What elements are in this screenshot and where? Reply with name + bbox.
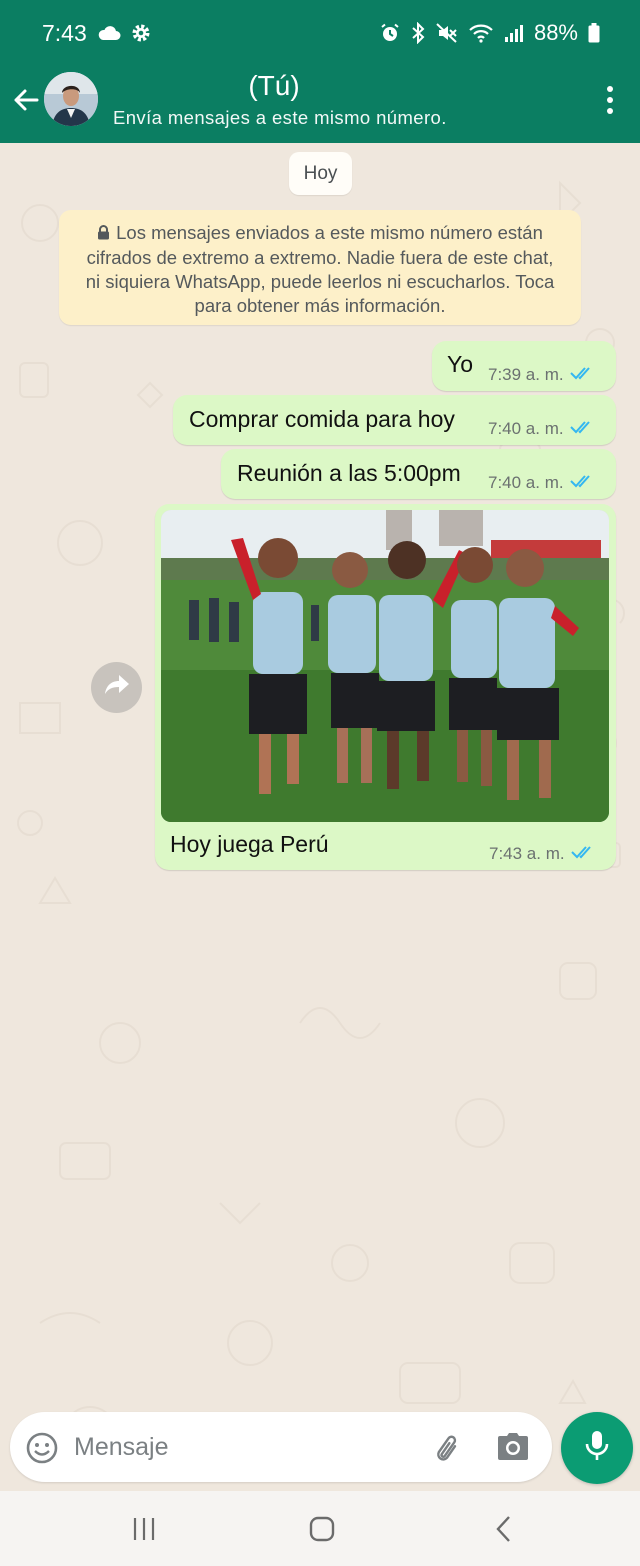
home-icon[interactable] [308,1515,336,1548]
forward-button[interactable] [91,662,142,713]
battery-icon [588,23,600,43]
lock-icon [97,222,110,246]
status-bar: 7:43 88% [0,0,640,66]
date-chip: Hoy [289,152,352,195]
forward-icon [103,673,131,702]
message-time: 7:43 a. m. [489,844,565,863]
encryption-notice[interactable]: Los mensajes enviados a este mismo númer… [59,210,581,325]
attach-icon[interactable] [428,1430,462,1469]
message-time: 7:40 a. m. [488,419,564,438]
image-message-bubble[interactable]: Hoy juega Perú 7:43 a. m. [155,504,616,870]
encryption-notice-text: Los mensajes enviados a este mismo númer… [85,222,555,316]
wifi-icon [468,23,494,43]
status-time: 7:43 [42,19,87,46]
system-navigation-bar [0,1491,640,1566]
more-options-icon[interactable] [606,86,614,114]
voice-message-button[interactable] [561,1412,633,1484]
double-check-icon [570,844,597,864]
signal-icon [504,23,524,43]
back-nav-icon[interactable] [490,1515,518,1548]
settings-icon [131,23,151,43]
message-text: Comprar comida para hoy [189,406,455,432]
message-time: 7:40 a. m. [488,473,564,492]
emoji-icon[interactable] [25,1431,59,1470]
message-text: Reunión a las 5:00pm [237,460,461,486]
recent-apps-icon[interactable] [130,1515,158,1548]
contact-subtitle[interactable]: Envía mensajes a este mismo número. [113,107,447,129]
message-bubble[interactable]: Yo 7:39 a. m. [432,341,616,391]
message-bubble[interactable]: Comprar comida para hoy 7:40 a. m. [173,395,616,445]
double-check-icon [569,365,596,385]
bluetooth-icon [410,22,426,44]
mute-icon [436,23,458,43]
cloud-icon [97,25,121,41]
camera-icon[interactable] [496,1431,530,1468]
message-time: 7:39 a. m. [488,365,564,384]
message-composer [10,1412,552,1482]
message-bubble[interactable]: Reunión a las 5:00pm 7:40 a. m. [221,449,616,499]
chat-header: (Tú) Envía mensajes a este mismo número. [0,66,640,143]
battery-level: 88% [533,20,578,45]
top-bar: 7:43 88% (Tú) Envía mensajes a este mism… [0,0,640,143]
microphone-icon [583,1429,611,1468]
message-input[interactable] [74,1428,404,1466]
image-caption: Hoy juega Perú [170,831,329,857]
alarm-icon [380,23,400,43]
chat-area[interactable]: Hoy Los mensajes enviados a este mismo n… [0,143,640,1491]
double-check-icon [569,419,596,439]
contact-name[interactable]: (Tú) [0,70,548,102]
message-text: Yo [447,351,474,377]
message-photo[interactable] [161,510,609,822]
double-check-icon [569,473,596,493]
